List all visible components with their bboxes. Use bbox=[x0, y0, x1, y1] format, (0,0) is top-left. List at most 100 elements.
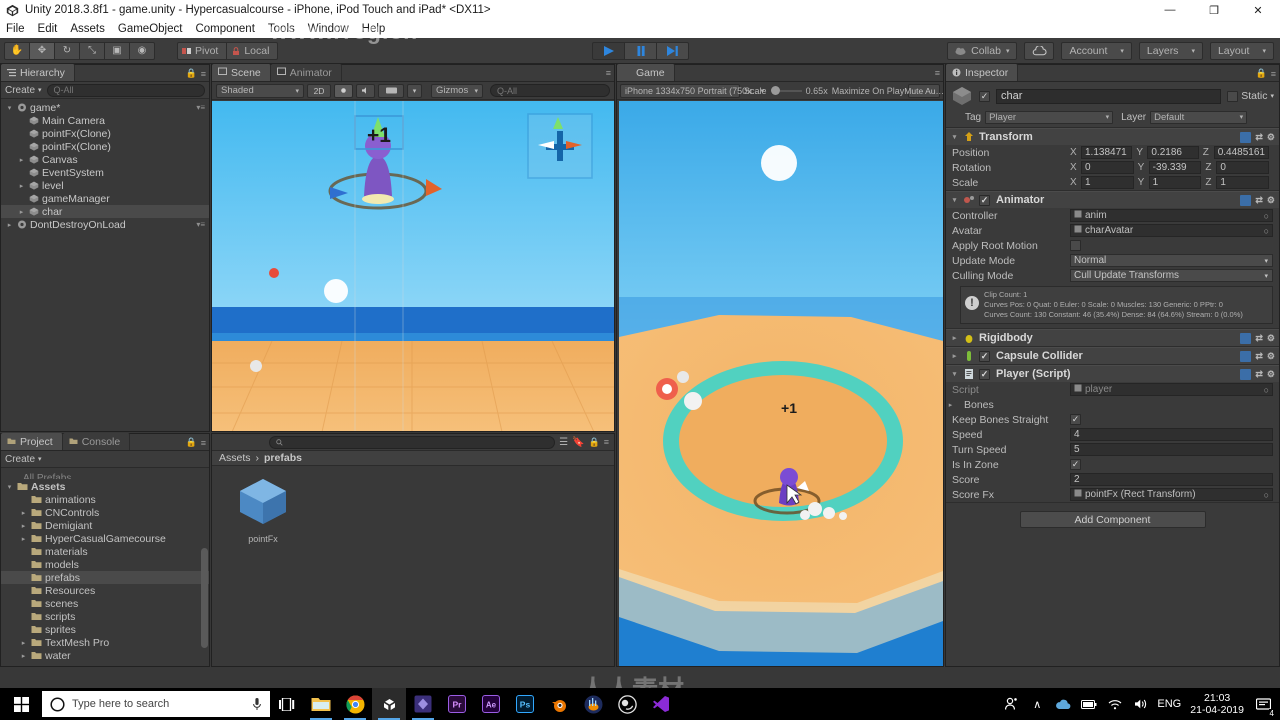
layers-button[interactable]: Layers ▾ bbox=[1138, 41, 1203, 60]
expand-arrow-icon[interactable]: ▸ bbox=[19, 535, 28, 543]
scale-tool[interactable]: ⤡ bbox=[79, 41, 105, 60]
options-icon[interactable]: ≡ bbox=[606, 68, 611, 78]
rotate-tool[interactable]: ↻ bbox=[54, 41, 80, 60]
premiere-pro-icon[interactable]: Pr bbox=[440, 688, 474, 720]
options-icon[interactable]: ≡ bbox=[1271, 69, 1276, 79]
tab-animator[interactable]: Animator bbox=[270, 64, 342, 81]
expand-arrow-icon[interactable]: ▾ bbox=[5, 483, 14, 491]
file-explorer-icon[interactable] bbox=[304, 688, 338, 720]
game-scale-slider[interactable] bbox=[770, 86, 802, 96]
filter-by-type-icon[interactable]: ☰ bbox=[559, 437, 568, 448]
taskbar-clock[interactable]: 21:03 21-04-2019 bbox=[1184, 692, 1250, 716]
component-help-icon[interactable] bbox=[1240, 332, 1252, 344]
tab-scene[interactable]: Scene bbox=[212, 64, 271, 81]
menu-item-edit[interactable]: Edit bbox=[38, 23, 58, 35]
project-folder-scenes[interactable]: scenes bbox=[1, 597, 209, 610]
unity-icon[interactable] bbox=[372, 688, 406, 720]
component-foldout-icon[interactable]: ▾ bbox=[950, 370, 959, 378]
project-scrollbar-thumb[interactable] bbox=[201, 548, 208, 648]
transform-tool[interactable]: ◉ bbox=[129, 41, 155, 60]
menu-item-window[interactable]: Window bbox=[308, 23, 349, 35]
rect-tool[interactable]: ▣ bbox=[104, 41, 130, 60]
game-aspect-dropdown[interactable]: iPhone 1334x750 Portrait (750x… ▾ bbox=[620, 83, 764, 98]
component-foldout-icon[interactable]: ▸ bbox=[950, 352, 959, 360]
hierarchy-item-pointfx-clone-[interactable]: pointFx(Clone) bbox=[1, 127, 209, 140]
project-folder-models[interactable]: models bbox=[1, 558, 209, 571]
scene-fx-toggle[interactable] bbox=[378, 83, 404, 98]
tab-game[interactable]: Game bbox=[617, 64, 675, 81]
component-header[interactable]: ▸ Rigidbody ⇄ ⚙ bbox=[946, 329, 1279, 347]
component-preset-icon[interactable]: ⇄ bbox=[1255, 132, 1263, 143]
breadcrumb-item-assets[interactable]: Assets bbox=[219, 452, 251, 464]
expand-arrow-icon[interactable]: ▸ bbox=[5, 221, 14, 229]
project-folder-assets[interactable]: ▾ Assets bbox=[1, 480, 209, 493]
hierarchy-search-input[interactable]: Q‑All bbox=[46, 83, 205, 97]
options-icon[interactable]: ≡ bbox=[935, 68, 940, 78]
cloud-services-button[interactable] bbox=[1024, 41, 1055, 60]
component-foldout-icon[interactable]: ▸ bbox=[950, 334, 959, 342]
hierarchy-create-button[interactable]: Create ▾ bbox=[5, 85, 42, 96]
menu-item-tools[interactable]: Tools bbox=[268, 23, 295, 35]
game-mute-toggle[interactable]: Mute Au… bbox=[904, 83, 943, 98]
hierarchy-item-pointfx-clone-[interactable]: pointFx(Clone) bbox=[1, 140, 209, 153]
component-header[interactable]: ▸ ✓ Capsule Collider ⇄ ⚙ bbox=[946, 347, 1279, 365]
scene-2d-toggle[interactable]: 2D bbox=[307, 83, 331, 98]
tray-chevron-icon[interactable]: ∧ bbox=[1024, 688, 1050, 720]
obs-icon[interactable] bbox=[610, 688, 644, 720]
component-help-icon[interactable] bbox=[1240, 368, 1252, 380]
options-icon[interactable]: ≡ bbox=[201, 438, 206, 448]
dropdown-field[interactable]: Cull Update Transforms ▾ bbox=[1070, 269, 1273, 282]
text-field[interactable]: 2 bbox=[1070, 473, 1273, 487]
text-field[interactable]: 5 bbox=[1070, 443, 1273, 457]
hierarchy-item-eventsystem[interactable]: EventSystem bbox=[1, 166, 209, 179]
scene-options-icon[interactable]: ▾≡ bbox=[196, 103, 205, 112]
lock-icon[interactable]: 🔒 bbox=[589, 437, 600, 448]
slider-handle[interactable] bbox=[770, 86, 780, 95]
component-header[interactable]: ▾ ✓ Animator ⇄ ⚙ bbox=[946, 191, 1279, 208]
lock-icon[interactable]: 🔒 bbox=[186, 437, 197, 448]
volume-icon[interactable] bbox=[1128, 688, 1154, 720]
object-field[interactable]: player ○ bbox=[1070, 383, 1273, 397]
tab-console[interactable]: Console bbox=[62, 433, 131, 450]
static-toggle[interactable]: Static ▾ bbox=[1227, 90, 1274, 102]
menu-item-component[interactable]: Component bbox=[195, 23, 254, 35]
menu-item-assets[interactable]: Assets bbox=[70, 23, 105, 35]
component-enabled-checkbox[interactable]: ✓ bbox=[979, 194, 990, 206]
collab-button[interactable]: Collab ▾ bbox=[947, 41, 1018, 60]
layout-button[interactable]: Layout ▾ bbox=[1209, 41, 1274, 60]
account-button[interactable]: Account ▾ bbox=[1061, 41, 1132, 60]
after-effects-icon[interactable]: Ae bbox=[474, 688, 508, 720]
lock-icon[interactable]: 🔒 bbox=[186, 68, 197, 79]
pivot-button[interactable]: Pivot bbox=[177, 41, 228, 60]
scene-viewport[interactable]: +1 +1 bbox=[212, 101, 614, 431]
audacity-icon[interactable] bbox=[576, 688, 610, 720]
project-folder-cncontrols[interactable]: ▸ CNControls bbox=[1, 506, 209, 519]
tab-hierarchy[interactable]: Hierarchy bbox=[1, 64, 75, 81]
component-options-icon[interactable]: ⚙ bbox=[1267, 195, 1275, 206]
expand-arrow-icon[interactable]: ▸ bbox=[19, 652, 28, 660]
tab-inspector[interactable]: Inspector bbox=[946, 64, 1019, 81]
component-foldout-icon[interactable]: ▾ bbox=[950, 133, 959, 141]
scene-audio-toggle[interactable] bbox=[356, 83, 375, 98]
tag-dropdown[interactable]: Player ▾ bbox=[985, 110, 1114, 124]
component-enabled-checkbox[interactable]: ✓ bbox=[979, 368, 990, 380]
blender-icon[interactable] bbox=[542, 688, 576, 720]
unity-hub-icon[interactable] bbox=[406, 688, 440, 720]
component-help-icon[interactable] bbox=[1240, 131, 1252, 143]
play-button[interactable] bbox=[592, 41, 625, 60]
options-icon[interactable]: ≡ bbox=[604, 437, 609, 447]
project-scrollbar[interactable] bbox=[200, 468, 208, 664]
foldout-arrow-icon[interactable]: ▸ bbox=[946, 401, 955, 409]
lock-icon[interactable]: 🔒 bbox=[1256, 68, 1267, 79]
microphone-icon[interactable] bbox=[252, 697, 262, 711]
hierarchy-item-game-[interactable]: ▾ game* ▾≡ bbox=[1, 101, 209, 114]
project-folder-scripts[interactable]: scripts bbox=[1, 610, 209, 623]
object-enabled-checkbox[interactable]: ✓ bbox=[979, 90, 990, 102]
component-help-icon[interactable] bbox=[1240, 194, 1252, 206]
text-field[interactable]: 4 bbox=[1070, 428, 1273, 442]
project-folder-textmesh-pro[interactable]: ▸ TextMesh Pro bbox=[1, 636, 209, 649]
object-picker-icon[interactable]: ○ bbox=[1264, 490, 1269, 500]
scene-gizmos-dropdown[interactable]: Gizmos ▾ bbox=[431, 83, 483, 98]
dropdown-field[interactable]: Normal ▾ bbox=[1070, 254, 1273, 267]
visual-studio-code-icon[interactable] bbox=[644, 688, 678, 720]
